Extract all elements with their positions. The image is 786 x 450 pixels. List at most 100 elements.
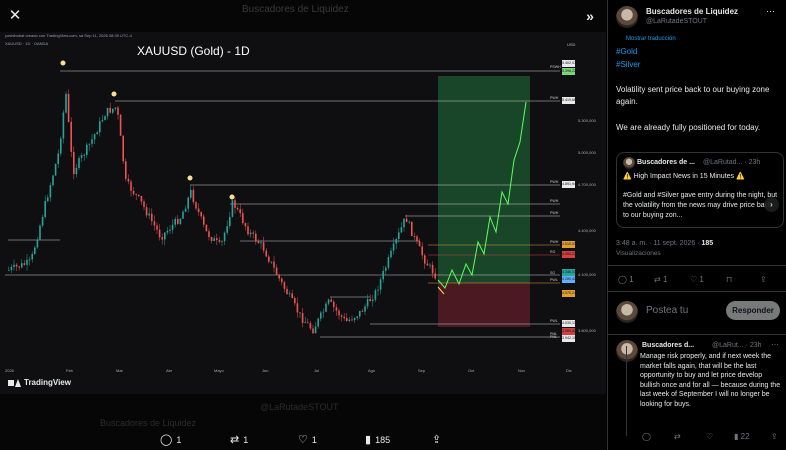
candle-body — [192, 189, 195, 203]
price-tick: 5.300,000 — [578, 118, 596, 123]
candle-body — [379, 279, 382, 290]
candle-body — [434, 273, 436, 279]
views-button[interactable]: ▮ 22 — [734, 432, 750, 441]
level-label: PWH — [550, 240, 559, 244]
candle-body — [346, 318, 348, 322]
chart-image[interactable]: yoshibobat creado con TradingView.com, s… — [0, 32, 606, 394]
share-button[interactable]: ⇪ — [432, 433, 441, 446]
candle-body — [275, 267, 278, 275]
candle-body — [52, 175, 54, 186]
price-tag: 4.454,232 — [562, 251, 578, 258]
candle-body — [28, 259, 31, 261]
candle-body — [78, 157, 80, 168]
chevron-right-icon[interactable]: › — [764, 197, 779, 212]
candle-body — [138, 194, 140, 196]
reply-author-handle[interactable]: @LaRut... · 23h — [712, 342, 762, 349]
candle-body — [366, 299, 369, 307]
repost-icon[interactable]: ⇄ — [674, 432, 681, 441]
hashtag-gold[interactable]: #Gold — [616, 47, 637, 56]
candle-body — [109, 107, 111, 113]
share-icon[interactable]: ⇪ — [771, 432, 778, 441]
more-options-icon[interactable]: ⋯ — [771, 340, 779, 349]
tradingview-label: TradingView — [24, 378, 71, 387]
app-root: ✕ Buscadores de Liquidez » yoshibobat cr… — [0, 0, 786, 450]
quote-line-1: ⚠️ High Impact News in 15 Minutes ⚠️ — [623, 173, 745, 180]
candle-body — [205, 224, 208, 232]
candle-body — [86, 144, 88, 155]
thread-line — [626, 346, 627, 436]
reply-author-name[interactable]: Buscadores d... — [642, 342, 694, 349]
chart-canvas — [5, 60, 560, 338]
views-button[interactable]: ▮ 185 — [365, 433, 390, 446]
author-name[interactable]: Buscadores de Liquidez — [646, 7, 738, 16]
month-label: Jul — [314, 368, 320, 373]
tweet-timestamp: 3:48 a. m. · 11 sept. 2026 · 185 — [616, 240, 714, 247]
candle-body — [130, 181, 132, 191]
candle-body — [106, 107, 109, 117]
month-label: Feb — [66, 368, 73, 373]
candle-body — [67, 93, 70, 122]
repost-button[interactable]: ⇄ 1 — [654, 275, 667, 284]
candle-body — [429, 264, 431, 266]
more-options-icon[interactable]: ⋯ — [766, 6, 775, 17]
candlestick-series — [8, 89, 436, 335]
candle-body — [268, 256, 270, 262]
bookmark-icon[interactable]: ⊓ — [726, 275, 732, 284]
quoted-tweet[interactable]: Buscadores de ... @LaRutad... · 23h ⚠️ H… — [616, 152, 784, 228]
share-icon[interactable]: ⇪ — [760, 275, 767, 284]
candle-body — [210, 237, 213, 242]
tweet-sidebar: Buscadores de Liquidez @LaRutadeSTOUT ⋯ … — [607, 0, 786, 450]
quote-line-2: #Gold and #Silver gave entry during the … — [623, 192, 778, 219]
quote-author-handle: @LaRutad... · 23h — [703, 159, 761, 166]
month-label: Nov — [518, 368, 526, 373]
candle-body — [153, 221, 156, 226]
candle-body — [18, 266, 20, 268]
reply-icon[interactable]: ◯ — [642, 432, 651, 441]
reply-button[interactable]: ◯ 1 — [618, 275, 634, 284]
price-tick: 3.800,000 — [578, 328, 596, 333]
candle-body — [372, 299, 374, 302]
candle-body — [426, 263, 429, 266]
candle-body — [359, 310, 361, 317]
candle-body — [390, 250, 392, 258]
like-button[interactable]: ♡ 1 — [298, 433, 317, 446]
candle-body — [203, 216, 205, 225]
candle-body — [23, 263, 26, 265]
candle-body — [260, 242, 262, 244]
close-icon[interactable]: ✕ — [4, 4, 26, 26]
reply-input[interactable]: Postea tu — [646, 305, 688, 316]
candle-body — [73, 151, 75, 175]
candle-body — [114, 107, 117, 109]
repost-button[interactable]: ⇄ 1 — [230, 433, 248, 446]
level-label: PWH — [550, 96, 559, 100]
price-tick: 4.400,000 — [578, 228, 596, 233]
expand-sidebar-icon[interactable]: » — [580, 6, 600, 26]
author-handle[interactable]: @LaRutadeSTOUT — [646, 18, 707, 25]
views-label: Visualizaciones — [616, 250, 661, 257]
heart-icon[interactable]: ♡ — [706, 432, 713, 441]
candle-body — [195, 202, 197, 209]
candle-body — [65, 93, 67, 113]
candle-body — [21, 263, 23, 268]
candle-body — [99, 121, 101, 133]
hashtag-silver[interactable]: #Silver — [616, 60, 640, 69]
candle-body — [234, 200, 236, 208]
reply-submit-button[interactable]: Responder — [726, 301, 780, 320]
candle-body — [10, 267, 13, 270]
price-tag: 4.285,421 — [562, 276, 578, 283]
lightbulb-icon — [60, 60, 66, 66]
candle-body — [39, 225, 41, 240]
price-tag: 3.959,820 — [562, 328, 578, 335]
level-label: PWL — [550, 319, 558, 323]
price-tick: 4.700,000 — [578, 182, 596, 187]
like-button[interactable]: ♡ 1 — [690, 275, 704, 284]
author-avatar[interactable] — [616, 6, 638, 28]
candle-body — [400, 227, 403, 233]
show-translation-link[interactable]: Mostrar traducción — [626, 36, 676, 42]
tradingview-logo: TradingView — [8, 378, 71, 387]
candle-body — [327, 299, 330, 304]
candle-body — [340, 315, 343, 317]
reply-author-avatar[interactable] — [616, 340, 638, 362]
candle-body — [369, 299, 371, 302]
reply-button[interactable]: ◯ 1 — [160, 433, 181, 446]
